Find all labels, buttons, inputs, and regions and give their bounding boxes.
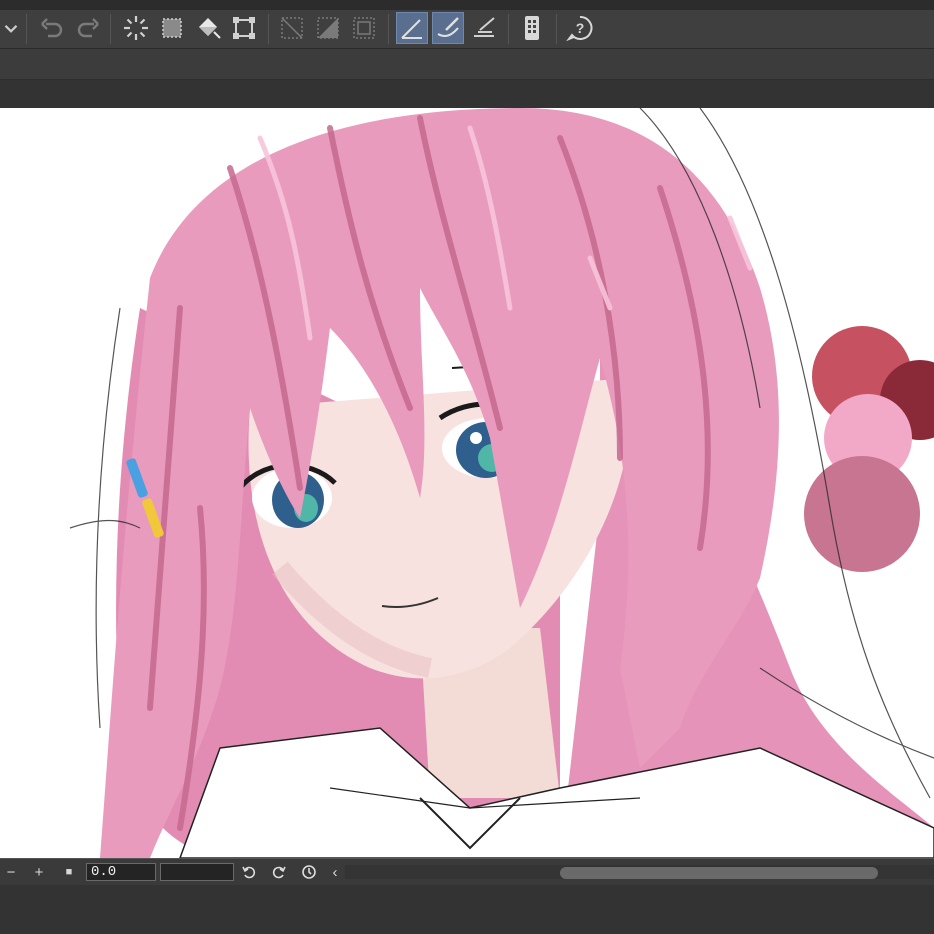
separator (26, 14, 27, 44)
device-icon[interactable] (516, 12, 548, 44)
zoom-value-input[interactable]: 0.0 (86, 863, 156, 881)
reset-rotation-icon[interactable] (300, 862, 318, 882)
dropdown-arrow-icon[interactable] (0, 12, 22, 44)
zoom-in-button[interactable]: + (30, 862, 48, 882)
zoom-slider[interactable] (160, 863, 234, 881)
separator (508, 14, 509, 44)
canvas-status-bar: − + ■ 0.0 ‹ (0, 858, 934, 885)
canvas-tab-strip (0, 80, 934, 108)
separator (556, 14, 557, 44)
drawing-canvas[interactable] (0, 108, 934, 858)
ruler-edit-icon[interactable] (468, 12, 500, 44)
undo-icon[interactable] (36, 12, 68, 44)
selection-frame-icon[interactable] (348, 12, 380, 44)
separator (110, 14, 111, 44)
horizontal-scrollbar-thumb[interactable] (560, 867, 878, 879)
selection-dotted-icon[interactable] (156, 12, 188, 44)
title-strip (0, 0, 934, 10)
rotate-right-icon[interactable] (270, 862, 288, 882)
separator (388, 14, 389, 44)
fill-bucket-icon[interactable] (192, 12, 224, 44)
bottom-panel (0, 885, 934, 934)
scroll-left-button[interactable]: ‹ (326, 862, 344, 882)
artwork (69, 108, 934, 858)
svg-text:?: ? (576, 20, 585, 36)
rotate-left-icon[interactable] (240, 862, 258, 882)
zoom-out-button[interactable]: − (2, 862, 20, 882)
tool-property-bar (0, 49, 934, 80)
redo-icon[interactable] (72, 12, 104, 44)
transform-icon[interactable] (228, 12, 260, 44)
clear-selection-icon[interactable] (276, 12, 308, 44)
help-icon[interactable]: ? (564, 12, 596, 44)
ruler-snap-icon[interactable] (396, 12, 428, 44)
loading-spinner-icon[interactable] (120, 12, 152, 44)
invert-selection-icon[interactable] (312, 12, 344, 44)
color-swatch-mauve[interactable] (804, 456, 920, 572)
brush-snap-icon[interactable] (432, 12, 464, 44)
separator (268, 14, 269, 44)
fit-to-screen-button[interactable]: ■ (60, 862, 78, 882)
command-bar: ? (0, 10, 934, 49)
